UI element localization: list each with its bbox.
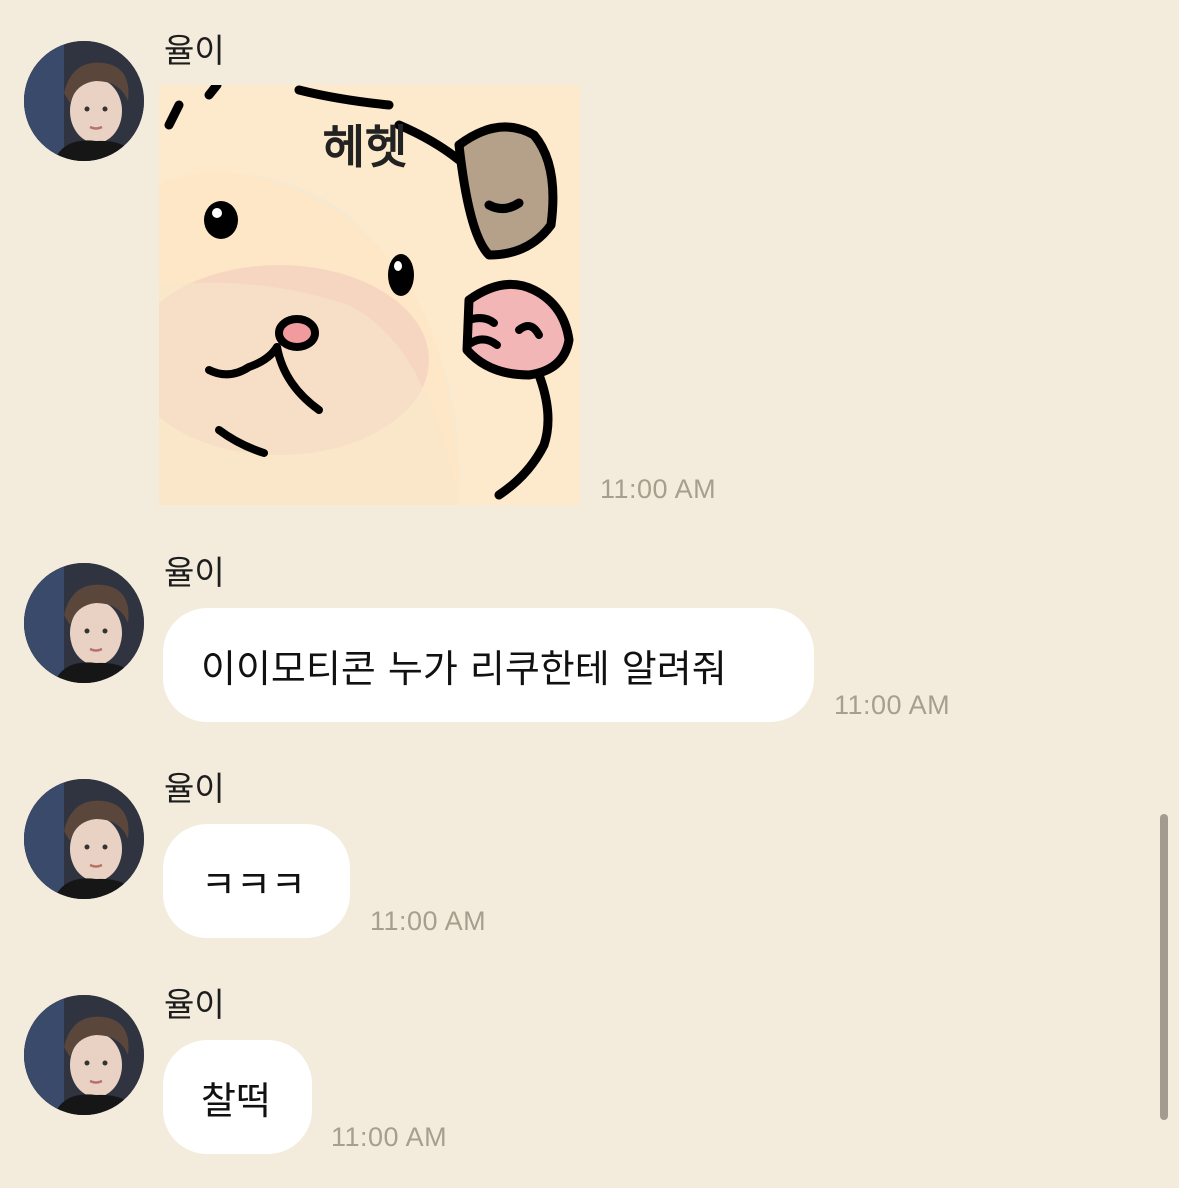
message-text: 이이모티콘 누가 리쿠한테 알려줘	[201, 646, 727, 691]
message-bubble[interactable]: 찰떡	[163, 1040, 312, 1154]
timestamp: 11:00 AM	[600, 474, 717, 504]
message-text: 찰떡	[201, 1078, 271, 1123]
sender-name: 율이	[164, 985, 225, 1024]
message-bubble[interactable]: ㅋㅋㅋ	[163, 824, 350, 938]
hamster-sticker-icon: 헤헷	[159, 85, 580, 505]
message-bubble[interactable]: 이이모티콘 누가 리쿠한테 알려줘	[163, 608, 814, 722]
scrollbar[interactable]	[1160, 814, 1168, 1120]
sender-name: 율이	[164, 769, 225, 808]
timestamp: 11:00 AM	[834, 690, 951, 720]
profile-photo-icon	[24, 41, 144, 161]
timestamp: 11:00 AM	[331, 1122, 448, 1152]
profile-photo-icon	[24, 779, 144, 899]
sender-name: 율이	[164, 31, 225, 70]
avatar[interactable]	[24, 995, 144, 1115]
avatar[interactable]	[24, 41, 144, 161]
message-text: ㅋㅋㅋ	[201, 862, 306, 907]
profile-photo-icon	[24, 563, 144, 683]
sender-name: 율이	[164, 553, 225, 592]
avatar[interactable]	[24, 563, 144, 683]
hamster-sticker[interactable]: 헤헷	[159, 85, 580, 505]
profile-photo-icon	[24, 995, 144, 1115]
timestamp: 11:00 AM	[370, 906, 487, 936]
sticker-text: 헤헷	[323, 120, 408, 174]
avatar[interactable]	[24, 779, 144, 899]
